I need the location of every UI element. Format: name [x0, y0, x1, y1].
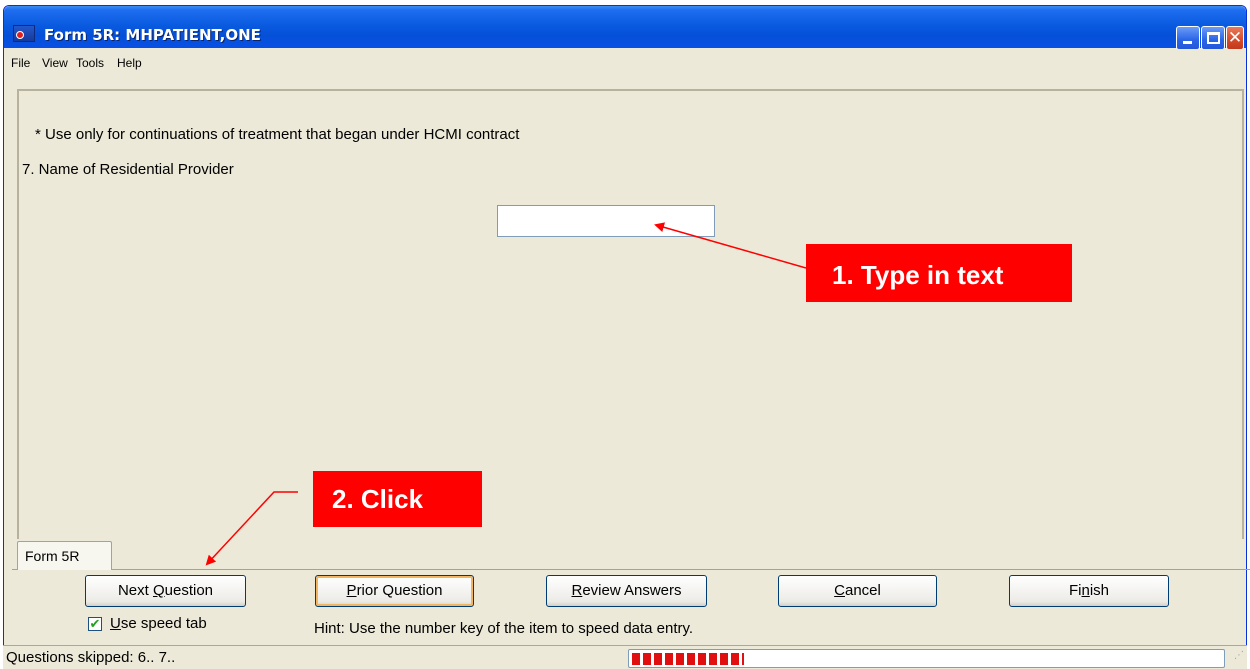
menu-bar: File View Tools Help: [4, 49, 1246, 77]
minimize-button[interactable]: [1176, 26, 1200, 50]
question-panel: * Use only for continuations of treatmen…: [17, 89, 1244, 539]
close-icon: ✕: [1227, 28, 1243, 47]
status-bar: Questions skipped: 6.. 7.. ⋰: [3, 645, 1247, 669]
progress-fill: [632, 653, 744, 665]
maximize-icon: [1207, 32, 1220, 44]
prior-question-button[interactable]: Prior Question: [315, 575, 474, 607]
next-question-button[interactable]: Next Question: [85, 575, 246, 607]
menu-file[interactable]: File: [11, 56, 30, 70]
window-title: Form 5R: MHPATIENT,ONE: [44, 26, 261, 44]
questions-skipped-status: Questions skipped: 6.. 7..: [6, 649, 176, 666]
hint-text: Hint: Use the number key of the item to …: [314, 620, 694, 637]
cancel-button[interactable]: Cancel: [778, 575, 937, 607]
speed-tab-label[interactable]: Use speed tab: [110, 615, 207, 632]
progress-bar: [628, 649, 1225, 668]
maximize-button[interactable]: [1201, 26, 1225, 50]
resize-grip-icon[interactable]: ⋰: [1234, 650, 1244, 661]
app-icon[interactable]: [13, 25, 35, 42]
checkmark-icon: ✔: [89, 616, 101, 631]
title-bar[interactable]: Form 5R: MHPATIENT,ONE ✕: [4, 6, 1246, 50]
minimize-icon: [1183, 41, 1192, 44]
app-window: Form 5R: MHPATIENT,ONE ✕ File View Tools…: [3, 5, 1250, 669]
tab-strip-line: [12, 569, 1250, 570]
review-answers-button[interactable]: Review Answers: [546, 575, 707, 607]
menu-view[interactable]: View: [42, 56, 68, 70]
callout-click: 2. Click: [313, 471, 482, 527]
close-button[interactable]: ✕: [1226, 26, 1244, 50]
menu-tools[interactable]: Tools: [76, 56, 104, 70]
callout-type-in-text: 1. Type in text: [806, 244, 1072, 302]
question-label: 7. Name of Residential Provider: [22, 161, 234, 178]
tab-form-5r[interactable]: Form 5R: [17, 541, 112, 570]
finish-button[interactable]: Finish: [1009, 575, 1169, 607]
menu-help[interactable]: Help: [117, 56, 142, 70]
speed-tab-checkbox[interactable]: ✔: [88, 617, 102, 631]
question-note: * Use only for continuations of treatmen…: [35, 126, 520, 143]
provider-name-input[interactable]: [497, 205, 715, 237]
